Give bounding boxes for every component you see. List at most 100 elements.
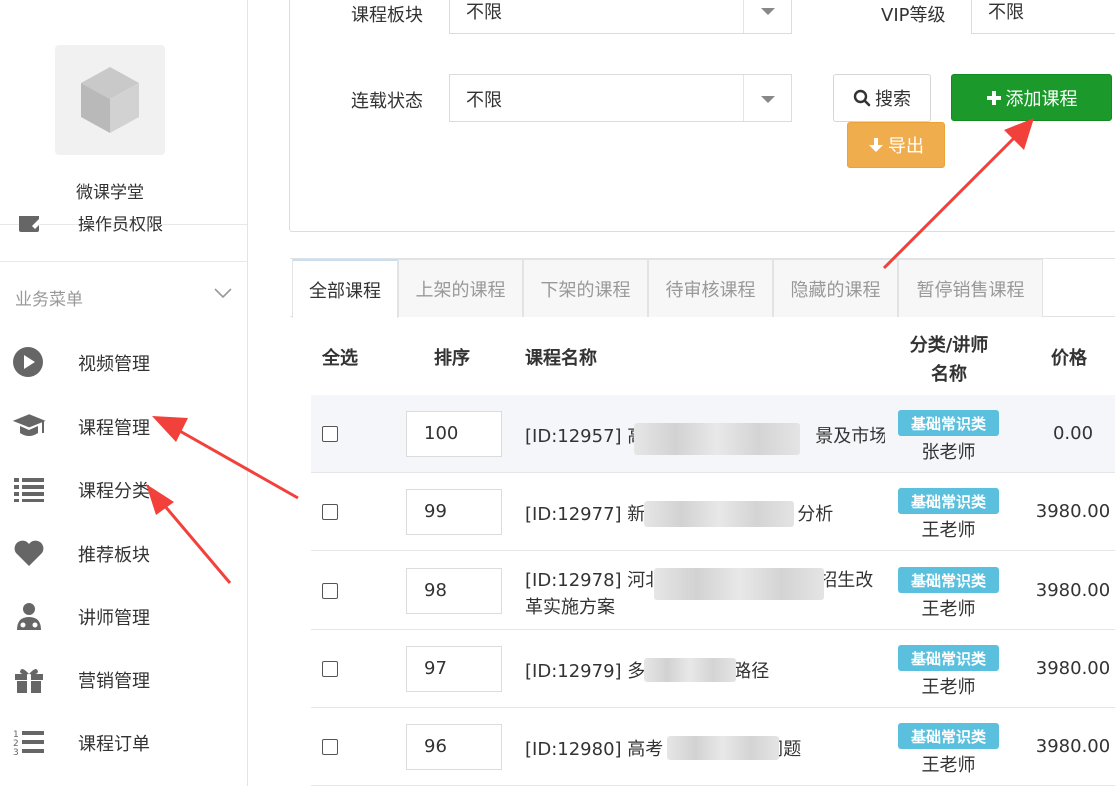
table-row: 98 [ID:12978] 河北高考考试和招生改 革实施方案 基础常识类 王老师… (311, 552, 1115, 630)
row-checkbox[interactable] (322, 583, 338, 599)
course-name-start: [ID:12957] 高 (525, 426, 646, 447)
sidebar-item-label: 推荐板块 (78, 545, 150, 566)
search-button[interactable]: 搜索 (833, 74, 931, 122)
tab-pending-review[interactable]: 待审核课程 (648, 259, 773, 317)
menu-title: 业务菜单 (15, 290, 83, 310)
sidebar-item-teacher[interactable]: 讲师管理 (0, 596, 247, 636)
arrow-down-icon (869, 138, 883, 152)
category-header-line2: 名称 (931, 364, 967, 385)
row-checkbox[interactable] (322, 739, 338, 755)
redacted-blur (667, 736, 779, 760)
price: 0.00 (1052, 423, 1094, 444)
course-name-header: 课程名称 (525, 348, 597, 369)
redacted-blur (654, 568, 824, 600)
caret-down-icon (743, 75, 791, 121)
section-filter-label: 课程板块 (351, 5, 423, 26)
course-name-start: [ID:12979] 多 (525, 661, 646, 682)
tab-listed-courses[interactable]: 上架的课程 (398, 259, 523, 317)
sidebar-item-label: 讲师管理 (78, 608, 150, 629)
teacher-name: 王老师 (921, 520, 976, 541)
price-header: 价格 (1051, 348, 1087, 369)
search-icon (853, 89, 871, 107)
heart-icon (14, 540, 44, 566)
logo (55, 45, 165, 155)
sort-input[interactable]: 99 (406, 489, 502, 535)
category-badge: 基础常识类 (898, 567, 999, 593)
redacted-blur (634, 423, 800, 455)
tab-all-courses[interactable]: 全部课程 (292, 259, 398, 318)
category-header: 分类/讲师 名称 (899, 331, 999, 386)
select-all-header[interactable]: 全选 (322, 344, 358, 370)
status-filter-label: 连载状态 (351, 91, 423, 112)
redacted-blur (644, 658, 736, 682)
section-select[interactable]: 不限 (449, 0, 792, 34)
course-name-start: [ID:12977] 新 (525, 504, 646, 525)
tab-paused-sales[interactable]: 暂停销售课程 (898, 259, 1043, 317)
export-button[interactable]: 导出 (847, 122, 945, 168)
sidebar: 微课学堂 操作员权限 业务菜单 视频管理 课程管理 课程分类 推荐板块 讲师管理… (0, 0, 248, 786)
redacted-blur (644, 501, 794, 527)
tab-delisted-courses[interactable]: 下架的课程 (523, 259, 648, 317)
sort-input[interactable]: 97 (406, 646, 502, 692)
chevron-down-icon[interactable] (212, 283, 234, 303)
row-checkbox[interactable] (322, 504, 338, 520)
row-checkbox[interactable] (322, 426, 338, 442)
sidebar-item-orders[interactable]: 1 2 3 课程订单 (0, 722, 247, 762)
course-name-start: [ID:12978] 河北 (525, 570, 664, 591)
tab-hidden-courses[interactable]: 隐藏的课程 (773, 259, 898, 317)
plus-icon (986, 90, 1001, 105)
sidebar-item-label: 操作员权限 (78, 216, 163, 235)
edit-icon (19, 216, 43, 232)
course-name-end: 分析 (797, 504, 834, 525)
teacher-name: 王老师 (921, 599, 976, 620)
table-row: 100 [ID:12957] 高 景及市场 基础常识类 张老师 0.00 (311, 395, 1115, 473)
list-icon (14, 478, 44, 502)
sidebar-item-marketing[interactable]: 营销管理 (0, 659, 247, 699)
course-name-start: [ID:12980] 高考 (525, 739, 664, 760)
play-circle-icon (13, 347, 43, 377)
sidebar-item-recommend[interactable]: 推荐板块 (0, 533, 247, 573)
category-badge: 基础常识类 (898, 723, 999, 749)
price: 3980.00 (1035, 658, 1111, 679)
export-button-label: 导出 (888, 136, 924, 157)
section-select-value: 不限 (466, 2, 502, 23)
sidebar-item-label: 课程管理 (78, 418, 150, 439)
divider (0, 261, 247, 262)
vip-select[interactable]: 不限 (971, 0, 1115, 34)
sort-input[interactable]: 98 (406, 568, 502, 614)
price: 3980.00 (1035, 580, 1111, 601)
ordered-list-icon: 1 2 3 (13, 730, 44, 757)
vip-filter-label: VIP等级 (881, 5, 946, 26)
add-course-button-label: 添加课程 (1005, 88, 1078, 110)
category-header-line1: 分类/讲师 (909, 335, 989, 356)
gift-icon (15, 668, 43, 693)
teacher-name: 王老师 (921, 677, 976, 698)
sidebar-item-label: 课程订单 (78, 734, 150, 755)
category-badge: 基础常识类 (898, 488, 999, 514)
sidebar-item-video[interactable]: 视频管理 (0, 342, 247, 382)
add-course-button[interactable]: 添加课程 (951, 74, 1112, 121)
user-md-icon (17, 603, 41, 630)
sort-input[interactable]: 100 (406, 411, 502, 457)
course-name-end: 路径 (733, 661, 770, 682)
cube-icon (81, 67, 139, 133)
sidebar-item-operator-permission[interactable]: 操作员权限 (16, 216, 246, 236)
graduation-cap-icon (12, 414, 46, 436)
category-badge: 基础常识类 (898, 410, 999, 436)
vip-select-value: 不限 (988, 2, 1024, 23)
price: 3980.00 (1035, 501, 1111, 522)
sidebar-item-label: 营销管理 (78, 671, 150, 692)
table-row: 99 [ID:12977] 新 分析 基础常识类 王老师 3980.00 (311, 473, 1115, 551)
price: 3980.00 (1035, 736, 1111, 757)
status-select-value: 不限 (466, 90, 502, 111)
search-button-label: 搜索 (875, 89, 911, 110)
sidebar-item-course[interactable]: 课程管理 (0, 406, 247, 446)
caret-down-icon (743, 0, 791, 33)
status-select[interactable]: 不限 (449, 74, 792, 122)
row-checkbox[interactable] (322, 661, 338, 677)
sidebar-item-label: 课程分类 (78, 481, 150, 502)
sidebar-item-category[interactable]: 课程分类 (0, 469, 247, 509)
sidebar-item-label: 视频管理 (78, 354, 150, 375)
app-name: 微课学堂 (76, 183, 144, 203)
sort-input[interactable]: 96 (406, 724, 502, 770)
